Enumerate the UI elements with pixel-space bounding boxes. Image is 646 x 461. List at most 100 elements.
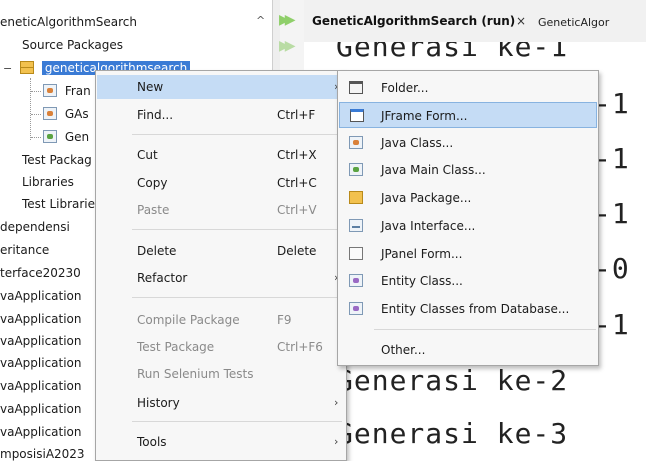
tree-item-label: Source Packages [22,38,124,52]
submenu-item-label: Entity Class... [381,274,463,288]
menu-item-label: Paste [137,203,170,217]
tree-item-project[interactable]: vaApplication [0,331,82,352]
menu-item-history[interactable]: History › [97,391,345,415]
submenu-item-label: Java Class... [381,136,454,150]
submenu-item-jframe-form[interactable]: JFrame Form... [339,102,597,128]
menu-item-label: Copy [137,176,168,190]
close-icon[interactable]: × [516,14,526,28]
menu-item-refactor[interactable]: Refactor › [97,266,345,290]
submenu-item-java-main-class[interactable]: Java Main Class... [339,157,597,183]
menu-item-label: Find... [137,108,174,122]
tree-item-test-packages[interactable]: Test Packag [22,150,92,171]
tree-item-label: vaApplication [0,289,82,303]
submenu-item-label: Other... [381,343,426,357]
menu-item-label: New [137,80,164,94]
tree-item-project[interactable]: dependensi [0,217,70,238]
collapse-icon[interactable]: − [3,62,12,75]
tree-item-label: GAs [64,107,89,121]
menu-shortcut: Ctrl+F [277,108,316,122]
submenu-item-jpanel-form[interactable]: JPanel Form... [339,241,597,267]
tree-item-project[interactable]: vaApplication [0,353,82,374]
java-main-class-icon [43,130,57,143]
java-main-class-icon [349,163,363,176]
menu-shortcut: Ctrl+X [277,148,317,162]
tree-item-project[interactable]: eneticAlgorithmSearch [0,12,137,33]
submenu-item-label: Folder... [381,81,429,95]
menu-item-cut[interactable]: Cut Ctrl+X [97,143,345,167]
output-line: -0 [594,252,630,285]
new-submenu: Folder... JFrame Form... Java Class... J… [337,70,599,366]
tree-item-label: vaApplication [0,402,82,416]
scroll-up-icon[interactable]: ^ [256,14,265,27]
tree-item-project[interactable]: vaApplication [0,399,82,420]
submenu-item-entity-classes-from-database[interactable]: Entity Classes from Database... [339,296,597,322]
menu-item-compile-package[interactable]: Compile Package F9 [97,308,345,332]
jpanel-form-icon [349,247,363,260]
tree-item-test-libraries[interactable]: Test Librarie [22,194,95,215]
tree-item-file[interactable]: Fran [43,81,91,102]
submenu-item-folder[interactable]: Folder... [339,75,597,101]
menu-separator [132,421,342,422]
menu-item-new[interactable]: New › [97,75,345,99]
tree-item-project[interactable]: vaApplication [0,376,82,397]
tree-item-project[interactable]: mposisiA2023 [0,444,85,461]
tree-item-project[interactable]: terface20230 [0,263,81,284]
menu-item-test-package[interactable]: Test Package Ctrl+F6 [97,335,345,359]
tree-guide-branch [31,114,41,115]
menu-item-paste[interactable]: Paste Ctrl+V [97,198,345,222]
tree-item-project[interactable]: vaApplication [0,309,82,330]
submenu-item-entity-class[interactable]: Entity Class... [339,268,597,294]
chevron-right-icon: › [334,435,339,448]
tree-item-label: vaApplication [0,379,82,393]
tree-item-file[interactable]: GAs [43,104,89,125]
menu-separator [132,297,342,298]
java-class-icon [43,107,57,120]
tree-item-project[interactable]: vaApplication [0,286,82,307]
menu-item-label: Run Selenium Tests [137,367,254,381]
menu-item-label: Refactor [137,271,188,285]
menu-item-delete[interactable]: Delete Delete [97,239,345,263]
menu-item-find[interactable]: Find... Ctrl+F [97,103,345,127]
submenu-item-java-class[interactable]: Java Class... [339,130,597,156]
jframe-form-icon [350,109,364,122]
context-menu: New › Find... Ctrl+F Cut Ctrl+X Copy Ctr… [95,70,347,461]
menu-separator [132,134,342,135]
folder-icon [349,81,363,94]
menu-item-label: Delete [137,244,177,258]
tree-item-project[interactable]: vaApplication [0,422,82,443]
submenu-item-java-interface[interactable]: Java Interface... [339,213,597,239]
menu-shortcut: F9 [277,313,292,327]
tree-item-file[interactable]: Gen [43,127,89,148]
menu-item-label: Tools [137,435,167,449]
tree-item-libraries[interactable]: Libraries [22,172,74,193]
output-line: -1 [594,197,630,230]
output-line: Generasi ke-1 [336,42,569,63]
tree-item-label: vaApplication [0,356,82,370]
output-tab-bar: GeneticAlgorithmSearch (run) × GeneticAl… [304,0,646,43]
submenu-item-label: Java Main Class... [381,163,486,177]
menu-item-tools[interactable]: Tools › [97,430,345,454]
menu-item-run-selenium-tests[interactable]: Run Selenium Tests [97,362,345,386]
submenu-item-label: JPanel Form... [381,247,463,261]
java-package-icon [349,191,363,204]
tab-run-output[interactable]: GeneticAlgorithmSearch (run) [312,14,515,28]
submenu-item-label: Entity Classes from Database... [381,302,570,316]
tree-item-source-packages[interactable]: Source Packages [22,35,123,56]
output-line: Generasi ke-2 [336,364,569,397]
tree-guide-line [30,78,31,140]
tree-item-project[interactable]: eritance [0,240,49,261]
java-form-icon [43,84,57,97]
rerun-icon[interactable]: ▶▶ [279,12,295,28]
tree-item-label: Gen [64,130,90,144]
tab-other-output[interactable]: GeneticAlgor [538,16,609,29]
entity-class-icon [349,274,363,287]
submenu-item-other[interactable]: Other... [339,337,597,363]
submenu-item-java-package[interactable]: Java Package... [339,185,597,211]
menu-item-copy[interactable]: Copy Ctrl+C [97,171,345,195]
tree-item-label: vaApplication [0,425,82,439]
tree-item-label: eneticAlgorithmSearch [0,15,138,29]
menu-separator [132,229,342,230]
tree-item-label: vaApplication [0,334,82,348]
tree-guide-branch [31,137,41,138]
tree-item-label: dependensi [0,220,70,234]
